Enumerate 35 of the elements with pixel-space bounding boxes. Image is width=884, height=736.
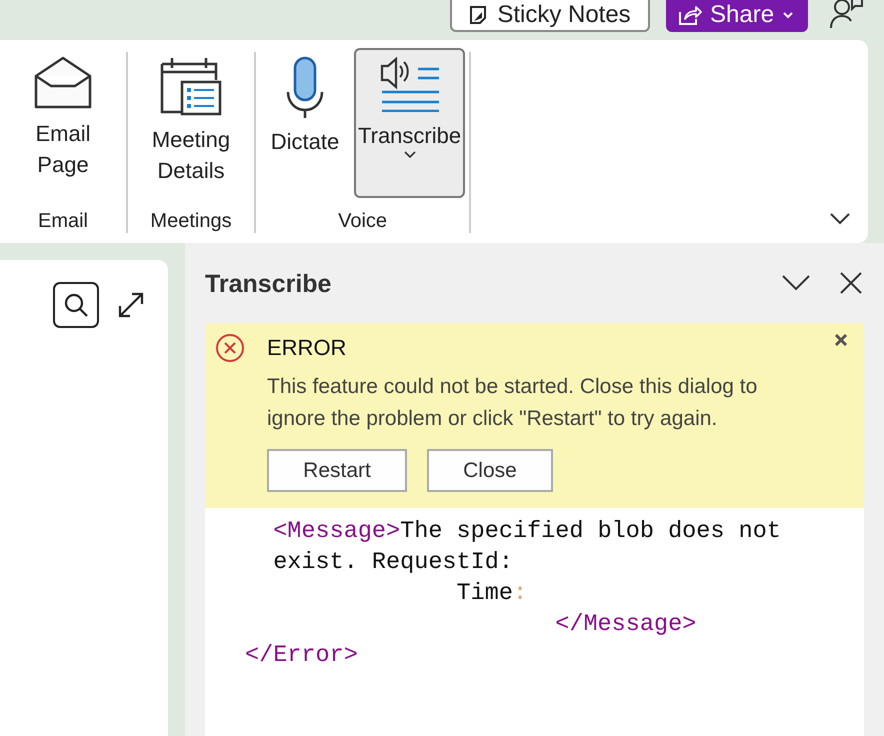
sticky-note-icon: [469, 5, 488, 25]
share-button[interactable]: Share: [666, 0, 808, 32]
close-icon[interactable]: [840, 272, 862, 294]
person-icon[interactable]: [830, 0, 864, 28]
search-button[interactable]: [53, 282, 99, 328]
error-icon: [215, 333, 245, 363]
share-icon: [678, 4, 702, 26]
group-label: Meetings: [150, 210, 232, 233]
expand-icon[interactable]: [118, 292, 144, 318]
meeting-button[interactable]: Meeting Details: [132, 48, 250, 198]
email-button[interactable]: Email Page: [4, 48, 122, 198]
group-label: Voice: [338, 210, 388, 233]
code-line: </Error>: [245, 641, 358, 671]
code-line: Time:: [456, 579, 528, 609]
microphone-icon: [285, 56, 325, 118]
chevron-down-icon[interactable]: [830, 213, 850, 225]
restart-button[interactable]: Restart: [267, 449, 407, 492]
speaker-text-icon: [380, 56, 440, 112]
transcribe-button[interactable]: Transcribe: [354, 48, 466, 198]
caret-icon: [782, 11, 794, 19]
chevron-down-icon[interactable]: [782, 275, 810, 291]
calendar-list-icon: [160, 56, 222, 116]
error-title: ERROR: [267, 335, 348, 361]
search-icon: [63, 292, 89, 318]
close-button[interactable]: Close: [427, 449, 553, 492]
pane-title: Transcribe: [205, 270, 332, 298]
mic-button[interactable]: Dictate: [260, 48, 350, 198]
code-line: exist. RequestId:: [272, 548, 513, 578]
envelope-icon: [34, 56, 92, 110]
error-message: This feature could not be started. Close this dialog to ignore the problem or click "Restart" to try again.: [267, 374, 758, 432]
code-line: </Message>: [554, 610, 696, 640]
close-icon[interactable]: [834, 333, 848, 347]
sticky-notes-button[interactable]: Sticky Notes: [450, 0, 650, 32]
code-line: <Message>The specified blob does not: [272, 517, 781, 547]
group-label: Email: [38, 210, 88, 233]
